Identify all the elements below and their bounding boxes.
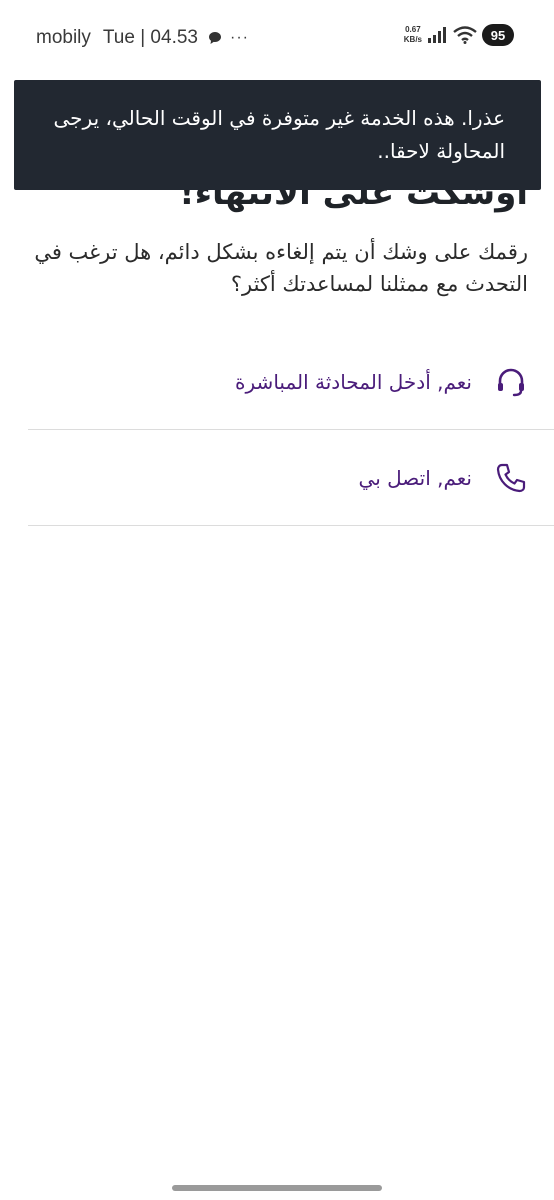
live-chat-label: نعم, أدخل المحادثة المباشرة bbox=[235, 369, 472, 394]
call-me-option[interactable]: نعم, اتصل بي bbox=[28, 430, 554, 526]
phone-icon bbox=[494, 461, 528, 495]
call-me-label: نعم, اتصل بي bbox=[358, 465, 472, 490]
home-indicator[interactable] bbox=[172, 1185, 382, 1191]
error-toast[interactable]: عذرا. هذه الخدمة غير متوفرة في الوقت الح… bbox=[14, 80, 541, 190]
headset-icon bbox=[494, 365, 528, 399]
live-chat-option[interactable]: نعم, أدخل المحادثة المباشرة bbox=[28, 334, 554, 430]
toast-message: عذرا. هذه الخدمة غير متوفرة في الوقت الح… bbox=[53, 106, 505, 163]
page-subtitle: رقمك على وشك أن يتم إلغاءه بشكل دائم، هل… bbox=[34, 240, 528, 296]
